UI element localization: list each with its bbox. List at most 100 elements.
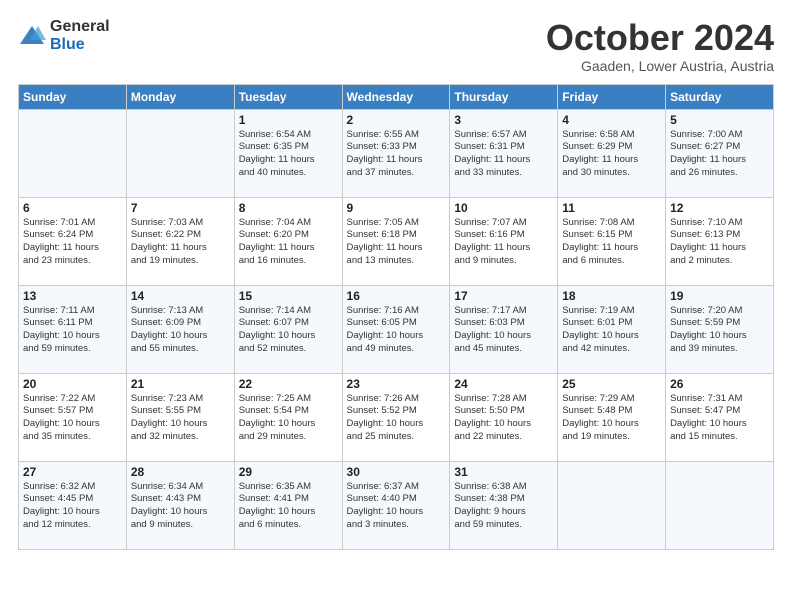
day-info: Sunrise: 7:10 AM Sunset: 6:13 PM Dayligh… [670,217,769,268]
logo-general: General [50,18,110,36]
calendar-cell: 31 Sunrise: 6:38 AM Sunset: 4:38 PM Dayli… [450,461,558,549]
calendar-cell: 12 Sunrise: 7:10 AM Sunset: 6:13 PM Dayli… [666,197,774,285]
day-info: Sunrise: 7:26 AM Sunset: 5:52 PM Dayligh… [347,393,446,444]
calendar-cell: 17Sunrise: 7:17 AM Sunset: 6:03 PM Dayli… [450,285,558,373]
day-info: Sunrise: 7:00 AM Sunset: 6:27 PM Dayligh… [670,129,769,180]
calendar-cell: 29Sunrise: 6:35 AM Sunset: 4:41 PM Dayli… [234,461,342,549]
day-info: Sunrise: 7:08 AM Sunset: 6:15 PM Dayligh… [562,217,661,268]
day-info: Sunrise: 7:03 AM Sunset: 6:22 PM Dayligh… [131,217,230,268]
day-number: 8 [239,201,338,215]
day-info: Sunrise: 7:04 AM Sunset: 6:20 PM Dayligh… [239,217,338,268]
calendar-cell [19,109,127,197]
day-number: 31 [454,465,553,479]
calendar-cell: 25Sunrise: 7:29 AM Sunset: 5:48 PM Dayli… [558,373,666,461]
calendar-cell: 18 Sunrise: 7:19 AM Sunset: 6:01 PM Dayli… [558,285,666,373]
day-number: 13 [23,289,122,303]
day-number: 26 [670,377,769,391]
calendar-cell: 27Sunrise: 6:32 AM Sunset: 4:45 PM Dayli… [19,461,127,549]
day-info: Sunrise: 6:32 AM Sunset: 4:45 PM Dayligh… [23,481,122,532]
calendar-cell: 6Sunrise: 7:01 AM Sunset: 6:24 PM Daylig… [19,197,127,285]
calendar-cell: 21 Sunrise: 7:23 AM Sunset: 5:55 PM Dayli… [126,373,234,461]
day-info: Sunrise: 7:13 AM Sunset: 6:09 PM Dayligh… [131,305,230,356]
day-number: 5 [670,113,769,127]
calendar-cell [666,461,774,549]
header-day: Tuesday [234,84,342,109]
day-info: Sunrise: 7:01 AM Sunset: 6:24 PM Dayligh… [23,217,122,268]
header-day: Monday [126,84,234,109]
calendar-header: SundayMondayTuesdayWednesdayThursdayFrid… [19,84,774,109]
calendar-cell: 22 Sunrise: 7:25 AM Sunset: 5:54 PM Dayli… [234,373,342,461]
calendar-cell: 14Sunrise: 7:13 AM Sunset: 6:09 PM Dayli… [126,285,234,373]
day-number: 19 [670,289,769,303]
day-info: Sunrise: 7:05 AM Sunset: 6:18 PM Dayligh… [347,217,446,268]
day-info: Sunrise: 7:25 AM Sunset: 5:54 PM Dayligh… [239,393,338,444]
calendar-cell: 1 Sunrise: 6:54 AM Sunset: 6:35 PM Daylig… [234,109,342,197]
calendar-cell: 20 Sunrise: 7:22 AM Sunset: 5:57 PM Dayli… [19,373,127,461]
day-number: 22 [239,377,338,391]
header-day: Thursday [450,84,558,109]
day-number: 4 [562,113,661,127]
calendar-cell: 19 Sunrise: 7:20 AM Sunset: 5:59 PM Dayli… [666,285,774,373]
day-info: Sunrise: 7:16 AM Sunset: 6:05 PM Dayligh… [347,305,446,356]
calendar-week-row: 27Sunrise: 6:32 AM Sunset: 4:45 PM Dayli… [19,461,774,549]
day-info: Sunrise: 6:54 AM Sunset: 6:35 PM Dayligh… [239,129,338,180]
calendar-body: 1 Sunrise: 6:54 AM Sunset: 6:35 PM Daylig… [19,109,774,549]
header-day: Sunday [19,84,127,109]
calendar-cell: 11 Sunrise: 7:08 AM Sunset: 6:15 PM Dayli… [558,197,666,285]
calendar-cell: 30Sunrise: 6:37 AM Sunset: 4:40 PM Dayli… [342,461,450,549]
calendar-cell: 5 Sunrise: 7:00 AM Sunset: 6:27 PM Daylig… [666,109,774,197]
day-number: 28 [131,465,230,479]
logo-text: General Blue [50,18,110,53]
day-info: Sunrise: 6:37 AM Sunset: 4:40 PM Dayligh… [347,481,446,532]
calendar-cell: 4Sunrise: 6:58 AM Sunset: 6:29 PM Daylig… [558,109,666,197]
calendar-week-row: 20 Sunrise: 7:22 AM Sunset: 5:57 PM Dayli… [19,373,774,461]
day-info: Sunrise: 6:38 AM Sunset: 4:38 PM Dayligh… [454,481,553,532]
calendar-table: SundayMondayTuesdayWednesdayThursdayFrid… [18,84,774,550]
day-info: Sunrise: 7:20 AM Sunset: 5:59 PM Dayligh… [670,305,769,356]
logo-blue: Blue [50,36,110,54]
logo-icon [18,22,46,50]
header: General Blue October 2024 Gaaden, Lower … [18,18,774,74]
day-info: Sunrise: 7:14 AM Sunset: 6:07 PM Dayligh… [239,305,338,356]
day-number: 1 [239,113,338,127]
calendar-cell: 16Sunrise: 7:16 AM Sunset: 6:05 PM Dayli… [342,285,450,373]
calendar-cell: 10 Sunrise: 7:07 AM Sunset: 6:16 PM Dayli… [450,197,558,285]
day-info: Sunrise: 7:22 AM Sunset: 5:57 PM Dayligh… [23,393,122,444]
day-number: 10 [454,201,553,215]
day-number: 9 [347,201,446,215]
calendar-cell: 23 Sunrise: 7:26 AM Sunset: 5:52 PM Dayli… [342,373,450,461]
calendar-cell: 15Sunrise: 7:14 AM Sunset: 6:07 PM Dayli… [234,285,342,373]
calendar-cell: 2 Sunrise: 6:55 AM Sunset: 6:33 PM Daylig… [342,109,450,197]
header-row: SundayMondayTuesdayWednesdayThursdayFrid… [19,84,774,109]
day-info: Sunrise: 7:17 AM Sunset: 6:03 PM Dayligh… [454,305,553,356]
day-number: 2 [347,113,446,127]
calendar-cell: 26 Sunrise: 7:31 AM Sunset: 5:47 PM Dayli… [666,373,774,461]
day-number: 18 [562,289,661,303]
day-info: Sunrise: 6:34 AM Sunset: 4:43 PM Dayligh… [131,481,230,532]
day-number: 11 [562,201,661,215]
day-number: 20 [23,377,122,391]
calendar-week-row: 1 Sunrise: 6:54 AM Sunset: 6:35 PM Daylig… [19,109,774,197]
title-block: October 2024 Gaaden, Lower Austria, Aust… [546,18,774,74]
calendar-cell: 7Sunrise: 7:03 AM Sunset: 6:22 PM Daylig… [126,197,234,285]
calendar-page: General Blue October 2024 Gaaden, Lower … [0,0,792,564]
day-number: 25 [562,377,661,391]
calendar-cell [126,109,234,197]
location: Gaaden, Lower Austria, Austria [546,58,774,74]
day-number: 21 [131,377,230,391]
day-number: 12 [670,201,769,215]
day-info: Sunrise: 7:11 AM Sunset: 6:11 PM Dayligh… [23,305,122,356]
header-day: Friday [558,84,666,109]
day-info: Sunrise: 7:23 AM Sunset: 5:55 PM Dayligh… [131,393,230,444]
day-info: Sunrise: 6:55 AM Sunset: 6:33 PM Dayligh… [347,129,446,180]
day-info: Sunrise: 7:19 AM Sunset: 6:01 PM Dayligh… [562,305,661,356]
calendar-cell: 13 Sunrise: 7:11 AM Sunset: 6:11 PM Dayli… [19,285,127,373]
day-number: 23 [347,377,446,391]
month-title: October 2024 [546,18,774,58]
day-info: Sunrise: 7:31 AM Sunset: 5:47 PM Dayligh… [670,393,769,444]
calendar-cell: 28 Sunrise: 6:34 AM Sunset: 4:43 PM Dayli… [126,461,234,549]
day-info: Sunrise: 7:28 AM Sunset: 5:50 PM Dayligh… [454,393,553,444]
day-info: Sunrise: 7:07 AM Sunset: 6:16 PM Dayligh… [454,217,553,268]
calendar-week-row: 13 Sunrise: 7:11 AM Sunset: 6:11 PM Dayli… [19,285,774,373]
day-info: Sunrise: 6:35 AM Sunset: 4:41 PM Dayligh… [239,481,338,532]
